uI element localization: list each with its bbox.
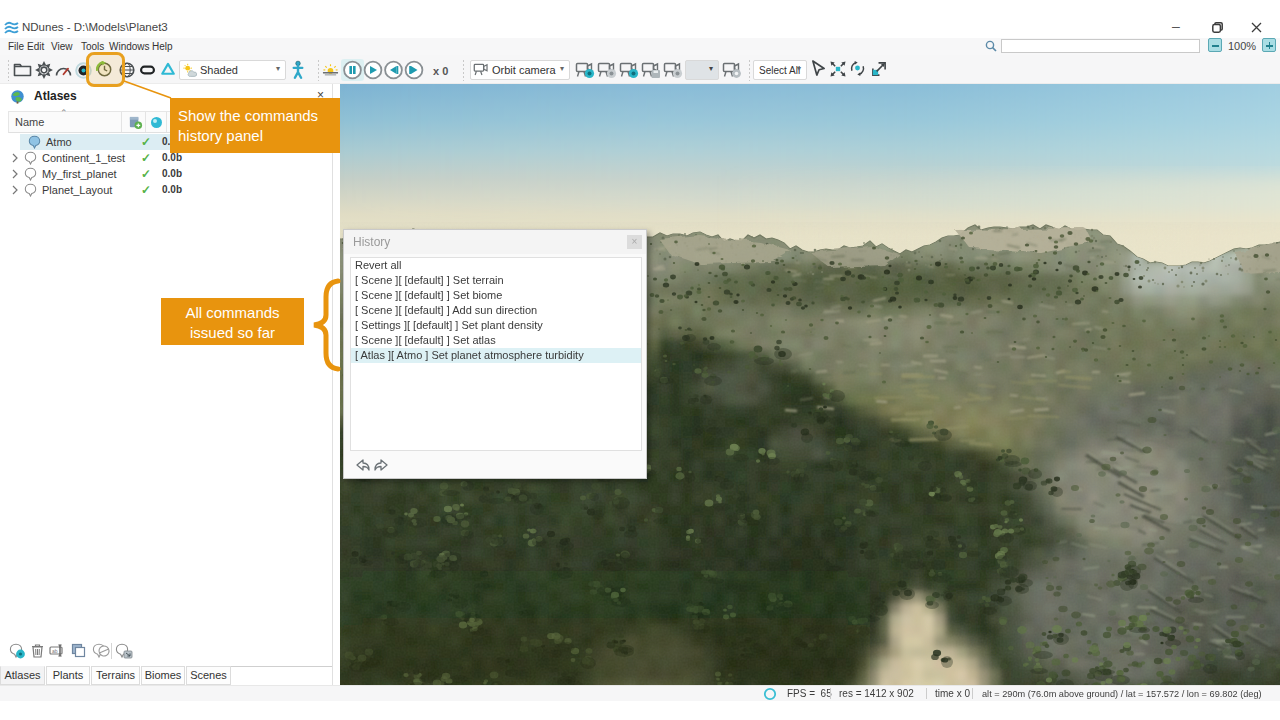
svg-text:ab: ab — [52, 648, 58, 654]
